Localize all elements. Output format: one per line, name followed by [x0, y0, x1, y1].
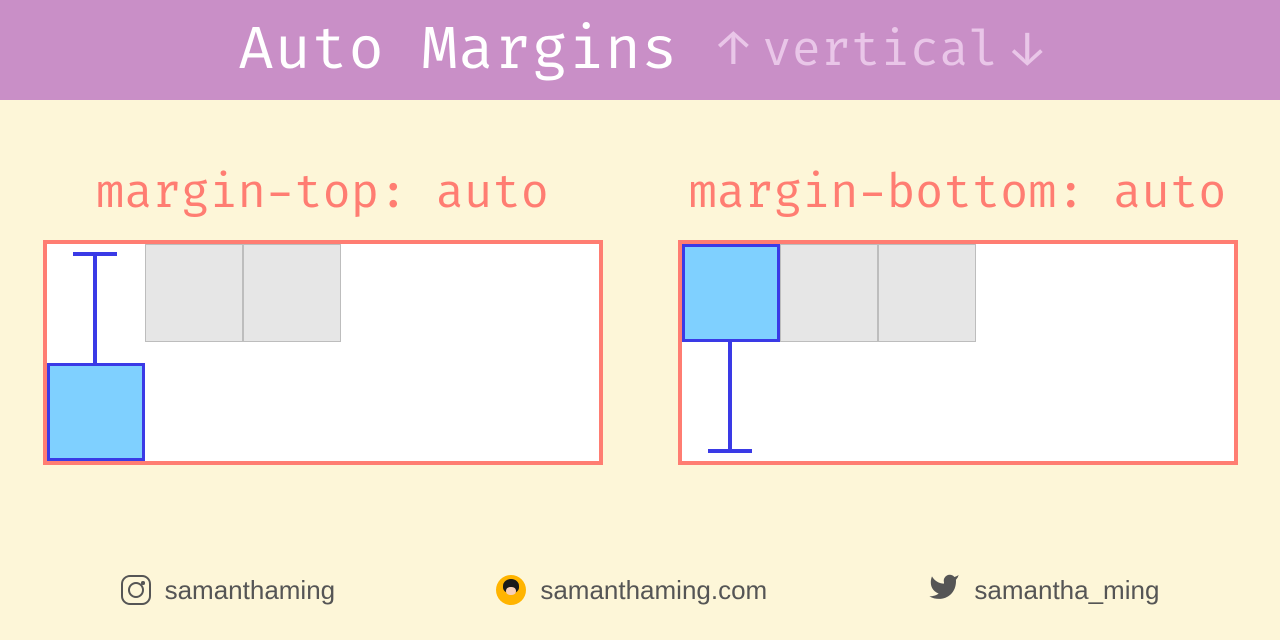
header-subtitle: ↑ vertical ↓ [718, 21, 1041, 80]
flex-item-grey [145, 244, 243, 342]
footer-instagram: samanthaming [121, 575, 336, 606]
flex-item-grey [780, 244, 878, 342]
main-content: margin-top: auto margin-bottom: auto [0, 100, 1280, 550]
flex-item-blue [47, 363, 145, 461]
header-bar: Auto Margins ↑ vertical ↓ [0, 0, 1280, 100]
arrow-down-icon: ↓ [1012, 26, 1042, 74]
flex-item-grey [878, 244, 976, 342]
panel-title-left: margin-top: auto [96, 166, 549, 222]
website-url: samanthaming.com [540, 575, 767, 606]
subtitle-text: vertical [762, 21, 998, 80]
footer-website: samanthaming.com [496, 575, 767, 606]
avatar-icon [496, 575, 526, 605]
arrow-up-icon: ↑ [718, 26, 748, 74]
twitter-icon [928, 571, 960, 610]
flex-item-grey [243, 244, 341, 342]
flex-container-right [678, 240, 1238, 465]
instagram-handle: samanthaming [165, 575, 336, 606]
twitter-handle: samantha_ming [974, 575, 1159, 606]
footer-twitter: samantha_ming [928, 571, 1159, 610]
flex-item-blue [682, 244, 780, 342]
margin-indicator-line [93, 252, 97, 364]
margin-indicator-line [728, 342, 732, 452]
panel-margin-top: margin-top: auto [43, 166, 603, 465]
panel-margin-bottom: margin-bottom: auto [678, 166, 1238, 465]
panel-title-right: margin-bottom: auto [689, 166, 1227, 222]
flex-container-left [43, 240, 603, 465]
instagram-icon [121, 575, 151, 605]
footer-credits: samanthaming samanthaming.com samantha_m… [0, 550, 1280, 640]
page-title: Auto Margins [238, 14, 678, 86]
margin-indicator-cap [708, 449, 752, 453]
